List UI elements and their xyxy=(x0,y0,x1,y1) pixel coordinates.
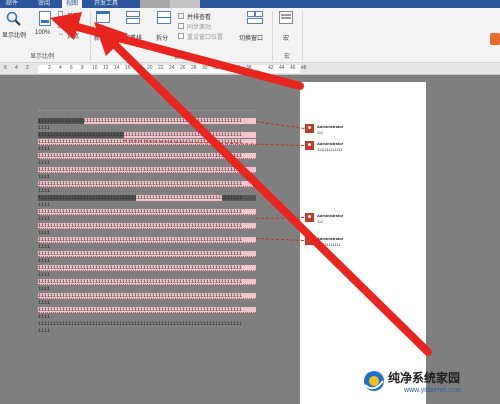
watermark-title: 纯净系统家园 xyxy=(388,371,461,385)
annotation-arrows xyxy=(50,12,432,356)
watermark-url: www.yidaimei.com xyxy=(404,387,462,394)
red-arrow-icon xyxy=(94,22,432,356)
red-arrow-icon xyxy=(50,12,304,90)
watermark-logo-icon xyxy=(364,371,384,391)
site-watermark: 纯净系统家园 www.yidaimei.com xyxy=(360,365,500,404)
